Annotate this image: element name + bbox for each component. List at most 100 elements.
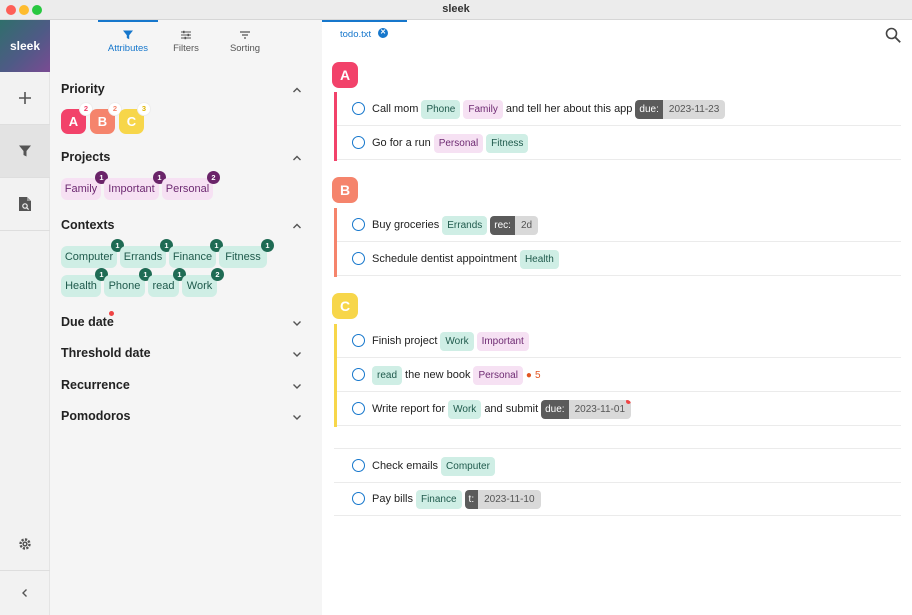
context-tag[interactable]: Work [440, 331, 474, 351]
section-title: Contexts [61, 218, 115, 232]
context-chip-finance[interactable]: Finance 1 [169, 239, 223, 268]
contexts-header[interactable]: Contexts [61, 216, 313, 236]
due-date-tag[interactable]: due: 2023-11-01 [541, 399, 632, 419]
complete-checkbox[interactable] [352, 492, 365, 505]
complete-checkbox[interactable] [352, 334, 365, 347]
project-chip-family[interactable]: Family 1 [61, 171, 108, 200]
filter-drawer-button[interactable] [0, 125, 50, 177]
threshold-date-tag[interactable]: t: 2023-11-10 [464, 489, 541, 509]
todo-row[interactable]: Finish project Work Important [334, 324, 901, 359]
todo-row[interactable]: Pay bills Finance t: 2023-11-10 [334, 482, 901, 516]
nav-rail: sleek [0, 20, 50, 615]
threshold-date-section[interactable]: Threshold date [61, 344, 313, 364]
project-tag[interactable]: Personal [473, 365, 523, 385]
group-header-a: A [332, 62, 358, 88]
chevron-left-icon [22, 589, 27, 597]
complete-checkbox[interactable] [352, 459, 365, 472]
complete-checkbox[interactable] [352, 102, 365, 115]
tab-filters[interactable]: Filters [156, 20, 216, 64]
context-chip-phone[interactable]: Phone 1 [104, 268, 152, 297]
todo-main: todo.txt ✕ A Call mom Phone Family and t… [322, 20, 912, 615]
project-tag[interactable]: Important [476, 331, 529, 351]
tab-sorting[interactable]: Sorting [215, 20, 275, 64]
tab-label: Filters [173, 43, 199, 54]
todo-row[interactable]: Go for a run Personal Fitness [334, 126, 901, 161]
complete-checkbox[interactable] [352, 252, 365, 265]
priority-header[interactable]: Priority [61, 80, 313, 100]
chip-label: Phone [108, 280, 141, 292]
complete-checkbox[interactable] [352, 136, 365, 149]
chevron-down-icon [293, 415, 301, 420]
close-file-icon[interactable]: ✕ [378, 28, 388, 38]
count-badge: 1 [261, 239, 274, 252]
context-tag[interactable]: Fitness [486, 133, 529, 153]
context-tag[interactable]: read [372, 365, 403, 385]
app-logo: sleek [0, 20, 50, 72]
context-tag[interactable]: Work [448, 399, 482, 419]
section-title: Threshold date [61, 346, 151, 360]
sort-icon [240, 31, 250, 39]
todo-row[interactable]: Buy groceries Errands rec: 2d [334, 208, 901, 243]
count-badge: 2 [207, 171, 220, 184]
add-todo-button[interactable] [0, 72, 50, 124]
gear-icon [19, 538, 31, 550]
file-tab-label: todo.txt [340, 29, 372, 40]
recurrence-section[interactable]: Recurrence [61, 376, 313, 396]
todo-row[interactable]: Write report for Work and submit due: 202… [334, 392, 901, 427]
pomodoros-section[interactable]: Pomodoros [61, 407, 313, 427]
title-bar: sleek [0, 0, 912, 20]
project-chip-personal[interactable]: Personal 2 [162, 171, 220, 200]
context-chip-fitness[interactable]: Fitness 1 [219, 239, 274, 268]
todo-row[interactable]: read the new book Personal ● 5 [334, 358, 901, 393]
complete-checkbox[interactable] [352, 368, 365, 381]
chip-label: Personal [165, 183, 210, 195]
tomato-icon: ● [525, 369, 532, 381]
context-tag[interactable]: Errands [442, 215, 488, 235]
todo-row[interactable]: Check emails Computer [334, 448, 901, 483]
todo-row[interactable]: Call mom Phone Family and tell her about… [334, 92, 901, 127]
chip-label: Family [64, 183, 98, 195]
context-chip-errands[interactable]: Errands 1 [120, 239, 173, 268]
settings-button[interactable] [0, 518, 50, 570]
todo-text: Finish project [372, 335, 438, 347]
complete-checkbox[interactable] [352, 218, 365, 231]
project-tag[interactable]: Family [463, 99, 503, 119]
context-chip-read[interactable]: read 1 [148, 268, 186, 297]
due-date-tag[interactable]: due: 2023-11-23 [635, 99, 726, 119]
context-tag[interactable]: Health [519, 249, 559, 269]
priority-chip-b[interactable]: B 2 [90, 103, 121, 134]
file-tab[interactable]: todo.txt ✕ [322, 20, 407, 46]
projects-header[interactable]: Projects [61, 148, 313, 168]
filter-icon [19, 145, 31, 157]
complete-checkbox[interactable] [352, 402, 365, 415]
tab-label: Sorting [229, 43, 261, 54]
section-title: Due date [61, 315, 114, 329]
collapse-sidebar-button[interactable] [0, 571, 50, 615]
chip-label: Finance [172, 251, 213, 263]
context-chip-computer[interactable]: Computer 1 [61, 239, 124, 268]
chip-label: C [126, 114, 137, 129]
attributes-drawer: Attributes Filters Sorting Priority A 2 … [50, 20, 322, 615]
due-date-section[interactable]: Due date [61, 311, 313, 333]
project-tag[interactable]: Personal [433, 133, 484, 153]
priority-chip-c[interactable]: C 3 [119, 103, 150, 134]
chip-label: Health [65, 280, 97, 292]
todo-text: Buy groceries [372, 219, 440, 231]
project-chip-important[interactable]: Important 1 [104, 171, 166, 200]
todo-row[interactable]: Schedule dentist appointment Health [334, 242, 901, 277]
overdue-dot [626, 399, 632, 404]
search-icon[interactable] [884, 26, 902, 44]
context-tag[interactable]: Finance [415, 489, 462, 509]
priority-chip-a[interactable]: A 2 [61, 103, 92, 134]
context-chip-health[interactable]: Health 1 [61, 268, 108, 297]
context-tag[interactable]: Phone [421, 99, 461, 119]
chevron-down-icon [293, 384, 301, 389]
context-chip-work[interactable]: Work 2 [182, 268, 224, 297]
tab-attributes[interactable]: Attributes [98, 20, 158, 64]
sliders-icon [181, 30, 191, 40]
recurrence-tag[interactable]: rec: 2d [490, 215, 539, 235]
file-manager-button[interactable] [0, 178, 50, 230]
context-tag[interactable]: Computer [441, 456, 495, 476]
chip-label: Computer [64, 251, 114, 263]
todo-text: Go for a run [372, 137, 431, 149]
